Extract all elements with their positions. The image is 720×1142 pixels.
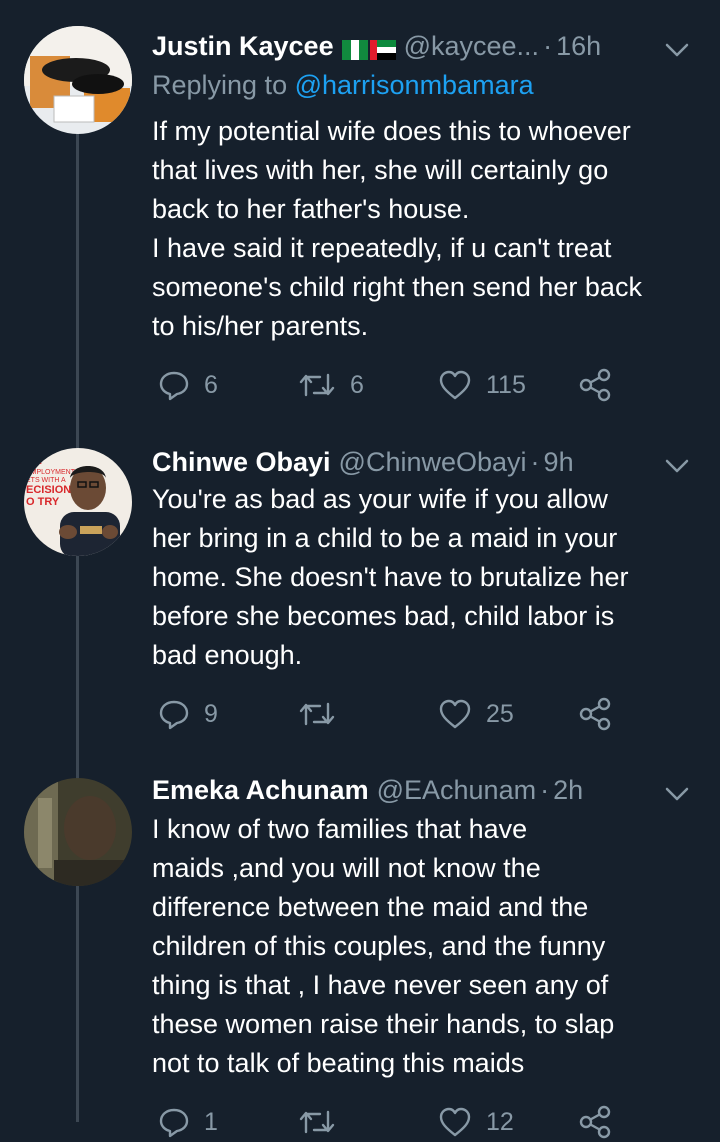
reply-count: 6 — [204, 370, 218, 399]
tweet-text: You're as bad as your wife if you allow … — [152, 480, 712, 675]
like-button[interactable]: 12 — [438, 1102, 514, 1142]
chevron-down-icon[interactable] — [664, 36, 690, 67]
like-count: 25 — [486, 699, 514, 728]
share-button[interactable] — [578, 365, 626, 405]
tweet-actions: 1 12 — [152, 1102, 672, 1142]
heart-icon — [439, 699, 471, 729]
timestamp[interactable]: 2h — [553, 775, 583, 806]
chevron-down-icon[interactable] — [664, 780, 690, 811]
tweet-text-line: home. She doesn't have to brutalize her — [152, 562, 629, 592]
nigeria-flag-icon — [341, 36, 368, 60]
avatar-text: ECISION — [26, 484, 71, 496]
avatar[interactable]: RY EMPLOYMENT ETS WITH A ECISION O TRY — [24, 448, 132, 556]
tweet-text-line: these women raise their hands, to slap — [152, 1009, 615, 1039]
display-name[interactable]: Justin Kaycee — [152, 31, 334, 62]
avatar-text: ETS WITH A — [26, 477, 66, 484]
tweet-actions: 9 25 — [152, 694, 672, 734]
chevron-down-icon[interactable] — [664, 452, 690, 483]
tweet-text-line: not to talk of beating this maids — [152, 1048, 525, 1078]
separator: · — [543, 30, 553, 61]
share-icon — [579, 1105, 611, 1139]
separator: · — [530, 446, 540, 477]
tweet-text-line: difference between the maid and the — [152, 892, 589, 922]
reply-button[interactable]: 6 — [158, 365, 218, 405]
share-icon — [579, 697, 611, 731]
retweet-icon — [299, 373, 335, 397]
replying-to: Replying to @harrisonmbamara — [152, 70, 534, 101]
like-button[interactable]: 25 — [438, 694, 514, 734]
heart-icon — [439, 370, 471, 400]
username-handle[interactable]: @EAchunam — [377, 775, 536, 806]
tweet-header: Justin Kaycee @kaycee... · 16h — [152, 26, 700, 66]
avatar-text: O TRY — [26, 496, 60, 508]
display-name[interactable]: Chinwe Obayi — [152, 447, 331, 478]
tweet-text-line: before she becomes bad, child labor is — [152, 601, 615, 631]
avatar-text: RY — [26, 451, 46, 467]
tweet-text-line: children of this couples, and the funny — [152, 931, 606, 961]
tweet-text-line: I have said it repeatedly, if u can't tr… — [152, 233, 612, 263]
uae-flag-icon — [369, 36, 396, 60]
display-name[interactable]: Emeka Achunam — [152, 775, 369, 806]
like-count: 115 — [486, 370, 526, 399]
retweet-icon — [299, 1110, 335, 1134]
tweet-text-line: I know of two families that have — [152, 814, 528, 844]
timestamp[interactable]: 9h — [544, 447, 574, 478]
tweet-text-line: You're as bad as your wife if you allow — [152, 484, 608, 514]
tweet-chinwe-obayi[interactable]: RY EMPLOYMENT ETS WITH A ECISION O TRY C… — [0, 430, 720, 760]
retweet-button[interactable] — [298, 1102, 350, 1142]
tweet-text-line: thing is that , I have never seen any of — [152, 970, 609, 1000]
reply-count: 1 — [204, 1107, 218, 1136]
tweet-actions: 6 6 115 — [152, 365, 672, 405]
like-button[interactable]: 115 — [438, 365, 526, 405]
reply-icon — [159, 371, 189, 401]
tweet-text: I know of two families that have maids ,… — [152, 810, 712, 1083]
retweet-icon — [299, 702, 335, 726]
replying-to-label: Replying to — [152, 70, 288, 100]
tweet-header: Emeka Achunam @EAchunam · 2h — [152, 770, 700, 810]
reply-mention-link[interactable]: @harrisonmbamara — [295, 70, 534, 100]
tweet-header: Chinwe Obayi @ChinweObayi · 9h — [152, 442, 700, 482]
tweet-text-line: If my potential wife does this to whoeve… — [152, 116, 631, 146]
reply-count: 9 — [204, 699, 218, 728]
tweet-text: If my potential wife does this to whoeve… — [152, 112, 712, 346]
retweet-button[interactable] — [298, 694, 350, 734]
reply-button[interactable]: 1 — [158, 1102, 218, 1142]
reply-icon — [159, 1108, 189, 1138]
tweet-text-line: someone's child right then send her back — [152, 272, 642, 302]
username-handle[interactable]: @kaycee... — [404, 31, 539, 62]
retweet-count: 6 — [350, 370, 364, 399]
avatar[interactable] — [24, 26, 132, 134]
separator: · — [540, 774, 550, 805]
share-button[interactable] — [578, 1102, 626, 1142]
tweet-text-line: maids ,and you will not know the — [152, 853, 541, 883]
tweet-justin-kaycee[interactable]: Justin Kaycee @kaycee... · 16h Replying … — [0, 0, 720, 430]
timestamp[interactable]: 16h — [556, 31, 601, 62]
share-icon — [579, 368, 611, 402]
avatar-text: EMPLOYMENT — [26, 469, 76, 476]
tweet-text-line: bad enough. — [152, 640, 303, 670]
share-button[interactable] — [578, 694, 626, 734]
avatar[interactable] — [24, 778, 132, 886]
tweet-text-line: back to her father's house. — [152, 194, 470, 224]
reply-button[interactable]: 9 — [158, 694, 218, 734]
tweet-text-line: to his/her parents. — [152, 311, 369, 341]
tweet-text-line: her bring in a child to be a maid in you… — [152, 523, 618, 553]
username-handle[interactable]: @ChinweObayi — [339, 447, 527, 478]
heart-icon — [439, 1107, 471, 1137]
reply-icon — [159, 700, 189, 730]
retweet-button[interactable]: 6 — [298, 365, 364, 405]
tweet-text-line: that lives with her, she will certainly … — [152, 155, 609, 185]
like-count: 12 — [486, 1107, 514, 1136]
tweet-emeka-achunam[interactable]: Emeka Achunam @EAchunam · 2h I know of t… — [0, 760, 720, 1139]
